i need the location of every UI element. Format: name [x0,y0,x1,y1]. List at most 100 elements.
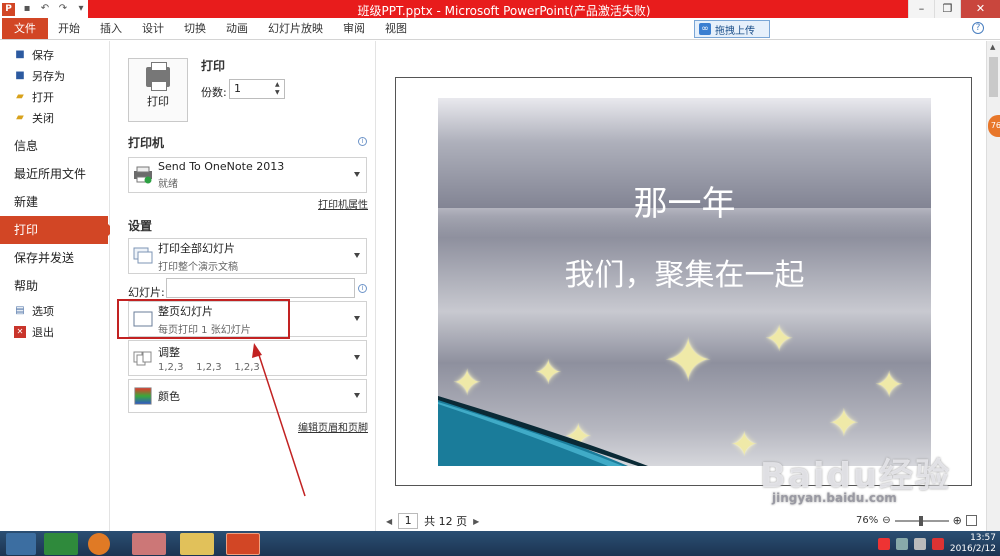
nav-new[interactable]: 新建 [0,188,109,216]
nav-exit[interactable]: ✕ 退出 [0,321,109,342]
collate-icon [133,351,152,366]
printer-status: 就绪 [158,179,178,190]
nav-save-as-label: 另存为 [32,69,65,83]
undo-icon[interactable]: ↶ [39,3,51,15]
floating-badge[interactable]: 76 [988,115,1000,137]
customize-icon[interactable]: ▾ [75,3,87,15]
zoom-level: 76% [856,515,879,526]
powerpoint-icon[interactable] [226,533,260,555]
chevron-down-icon [354,316,360,321]
scroll-up-icon[interactable]: ▲ [990,43,995,51]
copies-spinner[interactable]: ▲ ▼ [275,81,283,97]
info-icon[interactable]: i [358,284,367,293]
nav-save-as[interactable]: ■ 另存为 [0,65,109,86]
clock-time: 13:57 [970,532,996,543]
nav-exit-label: 退出 [32,325,54,339]
close-file-icon: ▰ [16,111,24,123]
color-dropdown[interactable]: 颜色 [128,379,367,413]
print-range-desc: 打印整个演示文稿 [158,261,238,273]
printer-properties-link[interactable]: 打印机属性 [318,196,368,211]
close-button[interactable]: ✕ [960,0,1000,18]
nav-info[interactable]: 信息 [0,132,109,160]
upload-button[interactable]: ∞ 拖拽上传 [694,20,770,38]
tab-file[interactable]: 文件 [2,18,48,39]
flag-icon[interactable] [877,537,890,550]
next-page-icon[interactable]: ▶ [473,517,479,526]
minimize-button[interactable]: – [908,0,934,18]
nav-options[interactable]: ▤ 选项 [0,300,109,321]
printer-dropdown[interactable]: Send To OneNote 2013 就绪 [128,157,367,193]
redo-icon[interactable]: ↷ [57,3,69,15]
browser-icon[interactable] [44,533,78,555]
nav-save[interactable]: ■ 保存 [0,44,109,65]
collate-desc: 1,2,3 1,2,3 1,2,3 [158,361,260,373]
print-range-title: 打印全部幻灯片 [158,241,235,255]
color-title: 颜色 [158,390,180,403]
info-icon[interactable]: i [358,137,367,146]
tab-view[interactable]: 视图 [375,18,417,39]
zoom-in-icon[interactable]: ⊕ [953,514,962,527]
settings-heading: 设置 [128,219,153,233]
chevron-down-icon [354,172,360,177]
zoom-slider[interactable] [894,515,949,526]
nav-print[interactable]: 打印 [0,216,114,244]
maximize-button[interactable]: ❐ [934,0,960,18]
tab-insert[interactable]: 插入 [90,18,132,39]
backstage-nav: ■ 保存 ■ 另存为 ▰ 打开 ▰ 关闭 信息 最近所用文件 新建 打印 保存并… [0,41,114,531]
chevron-down-icon [354,393,360,398]
tab-design[interactable]: 设计 [132,18,174,39]
color-swatch-icon [134,387,152,405]
zoom-out-icon[interactable]: ⊖ [882,515,890,526]
nav-recent[interactable]: 最近所用文件 [0,160,109,188]
current-page-input[interactable]: 1 [398,513,419,529]
firefox-icon[interactable] [88,533,110,555]
edit-header-footer-link[interactable]: 编辑页眉和页脚 [298,419,368,434]
ribbon-tabs: 文件 开始 插入 设计 切换 动画 幻灯片放映 审阅 视图 [0,18,1000,40]
collate-title: 调整 [158,345,180,359]
save-icon[interactable]: ▪ [21,3,33,15]
network-icon[interactable] [895,537,908,550]
nav-close[interactable]: ▰ 关闭 [0,107,109,128]
tab-slideshow[interactable]: 幻灯片放映 [258,18,333,39]
chevron-down-icon [354,355,360,360]
nav-save-send[interactable]: 保存并发送 [0,244,109,272]
printer-icon [146,62,170,91]
copies-stepper[interactable]: 1 ▲ ▼ [229,79,285,99]
title-bar: 班级PPT.pptx - Microsoft PowerPoint(产品激活失败… [0,0,1000,18]
explorer-icon[interactable] [180,533,214,555]
picture-icon[interactable] [132,533,166,555]
printer-device-icon [134,166,152,184]
nav-open[interactable]: ▰ 打开 [0,86,109,107]
collate-dropdown[interactable]: 调整 1,2,3 1,2,3 1,2,3 [128,340,367,376]
start-icon[interactable] [6,533,36,555]
slides-label: 幻灯片: [128,286,165,299]
tab-home[interactable]: 开始 [48,18,90,39]
tab-animations[interactable]: 动画 [216,18,258,39]
input-icon[interactable] [931,537,944,550]
page-navigator: ◀ 1 共 12 页 ▶ [386,513,479,529]
options-icon: ▤ [15,304,25,316]
scroll-thumb[interactable] [989,57,998,97]
powerpoint-logo-icon[interactable]: P [2,2,15,16]
nav-close-label: 关闭 [32,111,54,125]
total-pages: 共 12 页 [424,515,468,528]
sparkle-star-icon: ✦ [764,319,795,360]
nav-help[interactable]: 帮助 [0,272,109,300]
tab-transitions[interactable]: 切换 [174,18,216,39]
help-icon[interactable]: ? [972,22,984,34]
fit-page-icon[interactable] [965,515,977,526]
print-settings-panel: 打印 打印 份数: 1 ▲ ▼ 打印机 i Send To OneNote 201… [110,41,376,531]
clock[interactable]: 13:57 2016/2/12 [950,533,996,555]
slides-stack-icon [133,247,153,264]
window-title: 班级PPT.pptx - Microsoft PowerPoint(产品激活失败… [357,4,651,18]
print-range-dropdown[interactable]: 打印全部幻灯片 打印整个演示文稿 [128,238,367,274]
previous-page-icon[interactable]: ◀ [386,517,392,526]
print-button-label: 打印 [147,95,169,108]
system-tray: 13:57 2016/2/12 [877,531,996,556]
tab-review[interactable]: 审阅 [333,18,375,39]
slides-input[interactable] [166,278,355,298]
print-button[interactable]: 打印 [128,58,188,122]
volume-icon[interactable] [913,537,926,550]
highlight-box [117,299,290,339]
zoom-knob[interactable] [918,515,923,526]
